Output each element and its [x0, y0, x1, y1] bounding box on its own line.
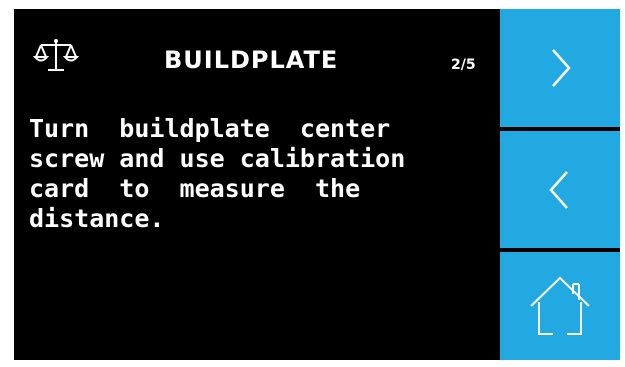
- content-panel: BUILDPLATE 2/5 Turn buildplate center sc…: [14, 9, 500, 360]
- header: BUILDPLATE 2/5: [14, 9, 500, 97]
- previous-button[interactable]: [500, 131, 620, 248]
- instruction-text: Turn buildplate center screw and use cal…: [29, 114, 406, 233]
- navigation-buttons: [500, 9, 620, 360]
- chevron-right-icon: [545, 46, 575, 90]
- balance-scale-icon: [32, 36, 80, 76]
- page-title: BUILDPLATE: [164, 46, 339, 74]
- next-button[interactable]: [500, 9, 620, 127]
- page-counter: 2/5: [451, 57, 476, 73]
- printer-display: BUILDPLATE 2/5 Turn buildplate center sc…: [14, 9, 620, 360]
- chevron-left-icon: [545, 168, 575, 212]
- home-icon: [525, 274, 595, 338]
- home-button[interactable]: [500, 252, 620, 360]
